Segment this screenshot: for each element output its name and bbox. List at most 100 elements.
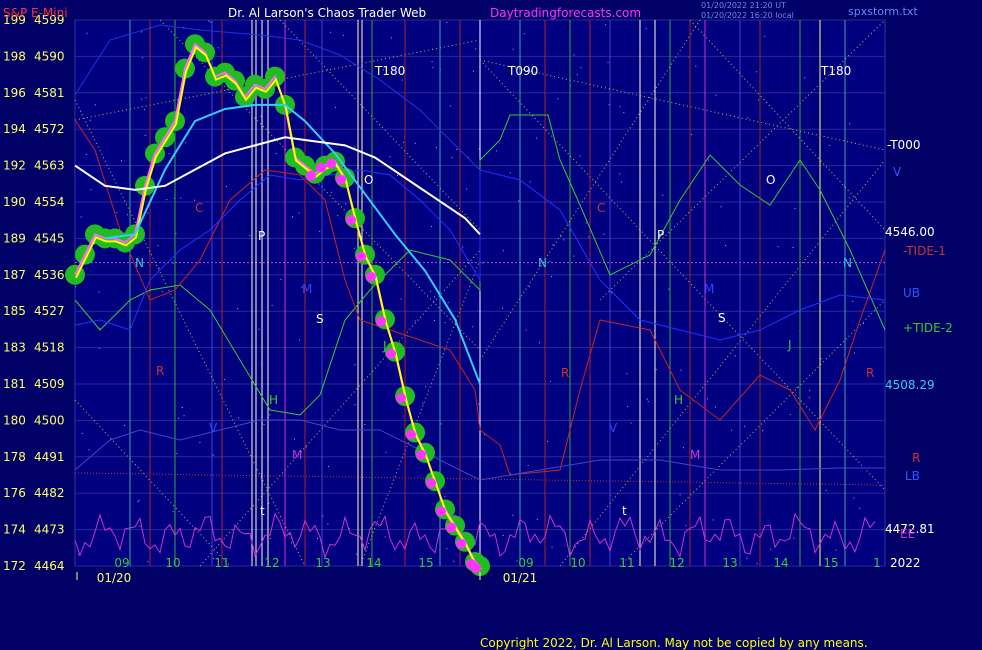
star-dot [734, 355, 736, 357]
star-dot [725, 245, 727, 247]
star-dot [269, 414, 271, 416]
y-tick-b: 4509 [34, 377, 65, 391]
star-dot [695, 65, 697, 67]
letter-mark: S [718, 311, 726, 325]
y-tick-b: 4527 [34, 304, 65, 318]
star-dot [449, 105, 451, 107]
star-dot [605, 24, 607, 26]
letter-mark: O [364, 173, 373, 187]
star-dot [512, 514, 514, 516]
star-dot [260, 115, 262, 117]
star-dot [481, 262, 483, 264]
hour-tick: 11 [619, 556, 634, 570]
price-dot [386, 348, 396, 359]
letter-mark: H [674, 393, 683, 407]
star-dot [280, 278, 282, 280]
star-dot [770, 548, 772, 550]
letter-mark: C [195, 201, 203, 215]
star-dot [680, 369, 682, 371]
star-dot [212, 454, 214, 456]
star-dot [446, 22, 448, 24]
star-dot [364, 424, 366, 426]
y-tick-b: 4563 [34, 159, 65, 173]
hour-tick: 15 [823, 556, 838, 570]
right-label: UB [903, 286, 920, 300]
star-dot [627, 406, 629, 408]
star-dot [706, 398, 708, 400]
star-dot [585, 222, 587, 224]
hour-tick: 10 [165, 556, 180, 570]
star-dot [529, 181, 531, 183]
star-dot [116, 212, 118, 214]
star-dot [208, 20, 210, 22]
author-title: Dr. Al Larson's Chaos Trader Web [228, 6, 426, 20]
star-dot [355, 553, 357, 555]
star-dot [794, 208, 796, 210]
y-tick-a: 196 [3, 86, 26, 100]
price-dot [306, 170, 316, 181]
hour-tick: 13 [315, 556, 330, 570]
star-dot [444, 322, 446, 324]
y-tick-a: 183 [3, 341, 26, 355]
site-link[interactable]: Daytradingforecasts.com [490, 6, 641, 20]
star-dot [397, 174, 399, 176]
star-dot [85, 153, 87, 155]
star-dot [852, 300, 854, 302]
star-dot [80, 216, 82, 218]
file-name: spxstorm.txt [848, 5, 918, 18]
letter-mark: R [156, 364, 164, 378]
star-dot [337, 215, 339, 217]
star-dot [172, 510, 174, 512]
star-dot [516, 560, 518, 562]
y-tick-a: 172 [3, 559, 26, 573]
star-dot [291, 542, 293, 544]
y-tick-b: 4590 [34, 49, 65, 63]
star-dot [478, 403, 480, 405]
star-dot [269, 538, 271, 540]
star-dot [78, 554, 80, 556]
star-dot [525, 329, 527, 331]
star-dot [183, 415, 185, 417]
star-dot [630, 422, 632, 424]
star-dot [777, 246, 779, 248]
star-dot [527, 464, 529, 466]
star-dot [668, 288, 670, 290]
star-dot [145, 97, 147, 99]
y-tick-a: 181 [3, 377, 26, 391]
star-dot [579, 155, 581, 157]
star-dot [345, 203, 347, 205]
star-dot [126, 214, 128, 216]
letter-mark: J [382, 339, 387, 353]
letter-mark: M [302, 282, 312, 296]
right-label: LB [905, 469, 920, 483]
star-dot [292, 216, 294, 218]
chart-stage: 199 4599 198 4590 196 4581 194 4572 192 4563 190 45… [0, 0, 982, 650]
star-dot [298, 212, 300, 214]
star-dot [342, 35, 344, 37]
star-dot [853, 497, 855, 499]
star-dot [161, 291, 163, 293]
star-dot [120, 160, 122, 162]
star-dot [809, 390, 811, 392]
star-dot [354, 404, 356, 406]
star-dot [456, 148, 458, 150]
star-dot [720, 206, 722, 208]
y-tick-a: 174 [3, 523, 26, 537]
star-dot [400, 298, 402, 300]
star-dot [547, 440, 549, 442]
right-label: R [912, 451, 920, 465]
star-dot [853, 352, 855, 354]
star-dot [81, 432, 83, 434]
star-dot [384, 536, 386, 538]
star-dot [825, 489, 827, 491]
price-dot [376, 316, 386, 327]
y-tick-a: 178 [3, 450, 26, 464]
star-dot [472, 326, 474, 328]
star-dot [176, 453, 178, 455]
letter-mark: H [269, 393, 278, 407]
time-marker: T180 [374, 64, 405, 78]
y-tick-b: 4581 [34, 86, 65, 100]
letter-mark: J [787, 338, 792, 352]
hour-tick: 09 [114, 556, 129, 570]
star-dot [603, 233, 605, 235]
